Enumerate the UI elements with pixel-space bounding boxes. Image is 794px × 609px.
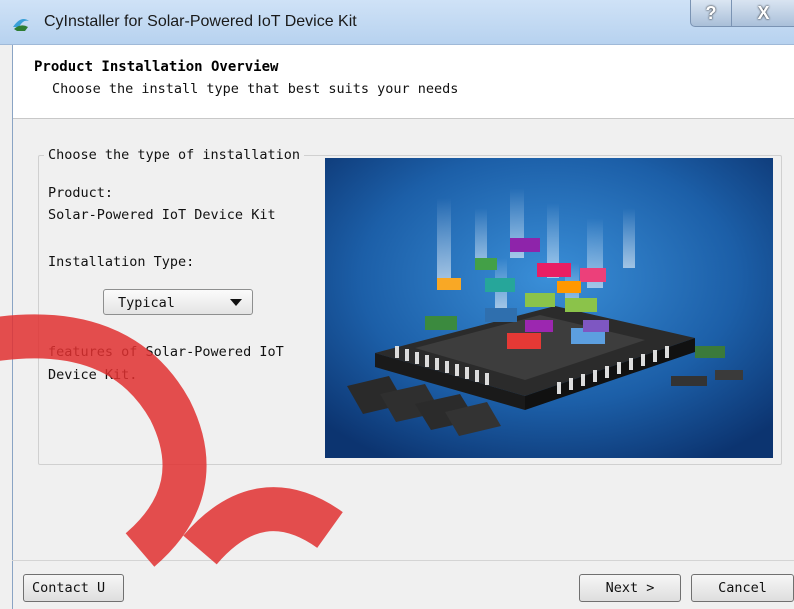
installation-type-dropdown[interactable]: Typical [103, 289, 253, 315]
cancel-button[interactable]: Cancel [691, 574, 794, 602]
description-line-1: features of Solar-Powered IoT [48, 344, 284, 360]
dropdown-arrow-icon [230, 299, 242, 306]
window-title: CyInstaller for Solar-Powered IoT Device… [44, 13, 357, 30]
page-subtitle: Choose the install type that best suits … [52, 81, 459, 97]
close-icon: X [757, 2, 770, 23]
contact-us-button[interactable]: Contact U [23, 574, 124, 602]
title-bar: CyInstaller for Solar-Powered IoT Device… [0, 0, 794, 45]
next-button[interactable]: Next > [579, 574, 681, 602]
product-label: Product: [48, 185, 114, 201]
help-icon: ? [705, 2, 717, 23]
page-title: Product Installation Overview [34, 59, 279, 75]
group-label: Choose the type of installation [44, 147, 304, 163]
close-button[interactable]: X [731, 0, 794, 27]
window-left-border [12, 45, 13, 609]
installation-type-value: Typical [118, 295, 175, 311]
footer-separator [12, 560, 794, 561]
help-button[interactable]: ? [690, 0, 732, 27]
installer-app-icon [13, 19, 29, 31]
installation-type-label: Installation Type: [48, 254, 195, 270]
product-name: Solar-Powered IoT Device Kit [48, 207, 276, 223]
product-illustration [325, 158, 773, 458]
wizard-header: Product Installation Overview Choose the… [12, 45, 794, 119]
description-line-2: Device Kit. [48, 367, 138, 383]
